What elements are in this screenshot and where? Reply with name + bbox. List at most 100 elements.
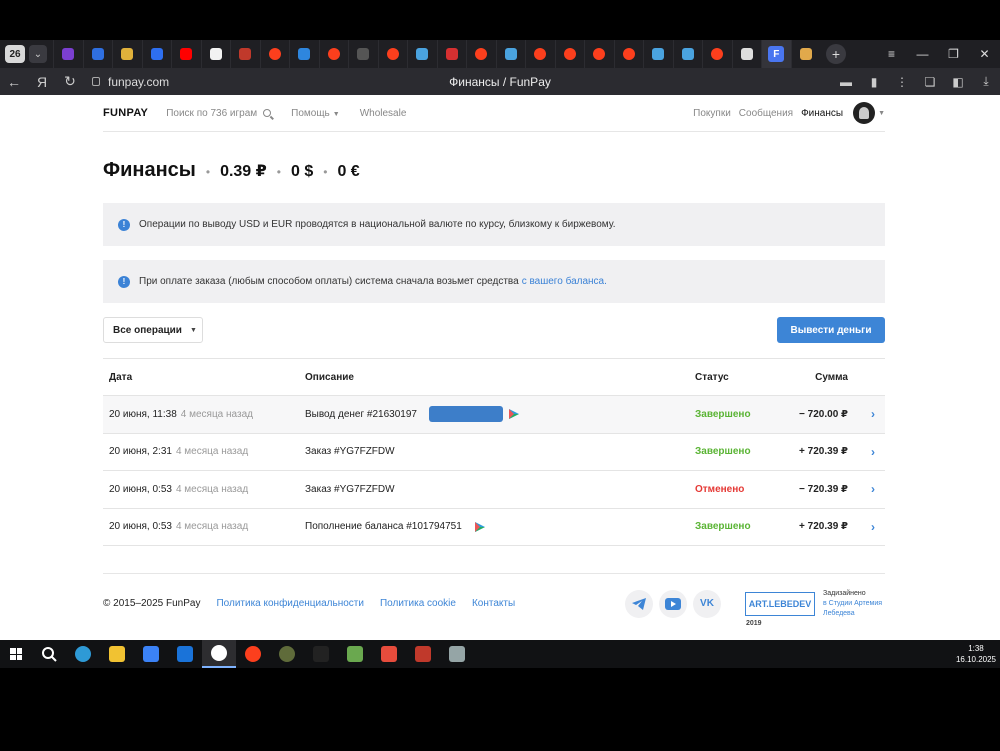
operations-filter-select[interactable]: Все операции ▼ — [103, 317, 203, 343]
clock-time: 1:38 — [968, 644, 984, 653]
collections-icon[interactable]: ❏ — [916, 68, 944, 95]
withdraw-button[interactable]: Вывести деньги — [777, 317, 885, 343]
chevron-right-icon[interactable]: › — [861, 520, 885, 534]
telegram-icon[interactable] — [625, 589, 653, 618]
tab-favicon-yandex[interactable] — [702, 40, 732, 68]
restore-icon[interactable]: ❐ — [938, 40, 969, 68]
store-icon[interactable] — [134, 640, 168, 668]
table-row[interactable]: 20 июня, 0:53 4 месяца назад Заказ #YG7FZ… — [103, 471, 885, 509]
tab-favicon-yandex[interactable] — [377, 40, 408, 68]
more-vertical-icon[interactable]: ⋮ — [888, 68, 916, 95]
edge-icon[interactable] — [66, 640, 100, 668]
tab-favicon-yandex-music[interactable] — [53, 40, 83, 68]
tab-favicon-yandex[interactable] — [318, 40, 349, 68]
tab-funpay-active[interactable]: F — [761, 40, 791, 68]
row-description: Заказ #YG7FZFDW — [299, 484, 690, 495]
minecraft-icon[interactable] — [338, 640, 372, 668]
chevron-right-icon[interactable]: › — [861, 482, 885, 496]
tab-favicon-steam[interactable] — [407, 40, 437, 68]
reload-icon[interactable]: ↻ — [56, 68, 84, 95]
minimize-icon[interactable]: — — [907, 40, 938, 68]
tabs-menu-icon[interactable]: ≡ — [876, 40, 907, 68]
alert-balance: ! При оплате заказа (любым способом опла… — [103, 260, 885, 303]
tab-favicon-yandex[interactable] — [259, 40, 290, 68]
taskbar-clock[interactable]: 1:38 16.10.2025 — [956, 643, 996, 665]
amd-icon[interactable] — [406, 640, 440, 668]
tab-count-badge[interactable]: 26 — [5, 45, 25, 63]
outlook-icon[interactable] — [168, 640, 202, 668]
url-field[interactable]: funpay.com — [92, 75, 169, 89]
row-description: Заказ #YG7FZFDW — [299, 446, 690, 457]
ya-app-icon[interactable] — [304, 640, 338, 668]
chevron-down-icon[interactable]: ▼ — [878, 110, 885, 117]
footer-contacts-link[interactable]: Контакты — [472, 598, 515, 609]
table-row[interactable]: 20 июня, 11:38 4 месяца назад Вывод денег… — [103, 396, 885, 434]
windows-start-icon[interactable] — [0, 640, 32, 668]
balance-link[interactable]: с вашего баланса. — [522, 276, 607, 287]
game-search[interactable]: Поиск по 736 играм — [166, 107, 272, 119]
funpay-logo[interactable]: FUNPAY — [103, 107, 148, 119]
search-icon[interactable] — [32, 640, 66, 668]
tab-favicon-yandex[interactable] — [525, 40, 555, 68]
tab-favicon-yandex[interactable] — [554, 40, 585, 68]
tab-favicon-page[interactable] — [731, 40, 762, 68]
transactions-table: Дата Описание Статус Сумма 20 июня, 11:3… — [103, 358, 885, 546]
file-explorer-icon[interactable] — [100, 640, 134, 668]
row-date-value: 20 июня, 0:53 — [109, 521, 172, 533]
nav-messages[interactable]: Сообщения — [739, 108, 793, 119]
tab-favicon-steam[interactable] — [643, 40, 673, 68]
tab-favicon-steam[interactable] — [672, 40, 703, 68]
tab-favicon-yandex[interactable] — [613, 40, 644, 68]
balance-usd: 0 $ — [290, 163, 314, 180]
tab-favicon-help[interactable] — [289, 40, 319, 68]
chrome-icon[interactable] — [270, 640, 304, 668]
table-row[interactable]: 20 июня, 2:31 4 месяца назад Заказ #YG7FZ… — [103, 434, 885, 471]
bookmark-icon[interactable]: ▮ — [860, 68, 888, 95]
close-icon[interactable]: ✕ — [969, 40, 1000, 68]
designed-by-link[interactable]: в Студии Артемия Лебедева — [823, 600, 882, 617]
tab-favicon-pause[interactable] — [141, 40, 172, 68]
chat-icon[interactable]: ▬ — [832, 68, 860, 95]
artlebedev-credit[interactable]: ART.LEBEDEV 2019 Задизайнено в Студии Ар… — [745, 589, 885, 627]
network-icon[interactable] — [440, 640, 474, 668]
tab-favicon-steam[interactable] — [495, 40, 526, 68]
nav-help-label: Помощь — [291, 107, 330, 119]
table-row[interactable]: 20 июня, 0:53 4 месяца назад Пополнение б… — [103, 509, 885, 546]
tab-favicon-list[interactable] — [436, 40, 467, 68]
nav-help[interactable]: Помощь ▼ — [291, 108, 340, 119]
balance-eur: 0 € — [337, 163, 360, 180]
nav-purchases[interactable]: Покупки — [693, 108, 731, 119]
tab-favicon-box[interactable] — [790, 40, 821, 68]
tab-favicon-doc[interactable] — [82, 40, 113, 68]
extension-icon[interactable]: ◧ — [944, 68, 972, 95]
download-icon[interactable]: ⤓ — [972, 68, 1000, 95]
tab-favicon-site[interactable] — [348, 40, 378, 68]
anydesk-icon[interactable] — [372, 640, 406, 668]
search-label: Поиск по 736 играм — [166, 107, 258, 119]
youtube-icon[interactable] — [659, 589, 687, 618]
tab-favicons: F — [53, 40, 820, 68]
row-date-value: 20 июня, 0:53 — [109, 483, 172, 495]
vk-icon[interactable]: VK — [693, 589, 721, 618]
new-tab-plus-icon[interactable]: + — [826, 44, 846, 64]
nav-finances[interactable]: Финансы — [801, 108, 843, 119]
page-title: Финансы — [103, 159, 196, 181]
chevron-right-icon[interactable]: › — [861, 445, 885, 459]
chevron-right-icon[interactable]: › — [861, 407, 885, 421]
back-arrow-icon[interactable]: ← — [0, 68, 28, 95]
yandex-icon[interactable]: Я — [28, 68, 56, 95]
chevron-down-icon: ▼ — [189, 326, 197, 334]
tab-favicon-news[interactable] — [200, 40, 231, 68]
nav-wholesale[interactable]: Wholesale — [360, 108, 407, 119]
yandex-icon[interactable] — [236, 640, 270, 668]
footer-cookie-link[interactable]: Политика cookie — [380, 598, 456, 609]
user-avatar[interactable] — [853, 102, 876, 124]
yandex-browser-icon[interactable] — [202, 640, 236, 668]
tab-favicon-yandex[interactable] — [584, 40, 614, 68]
tab-favicon-yandex[interactable] — [466, 40, 496, 68]
tab-favicon-youtube[interactable] — [171, 40, 201, 68]
tab-favicon-game[interactable] — [230, 40, 260, 68]
tab-favicon-image[interactable] — [112, 40, 142, 68]
tab-list-chevron-icon[interactable]: ⌄ — [29, 45, 47, 63]
footer-privacy-link[interactable]: Политика конфиденциальности — [216, 598, 364, 609]
